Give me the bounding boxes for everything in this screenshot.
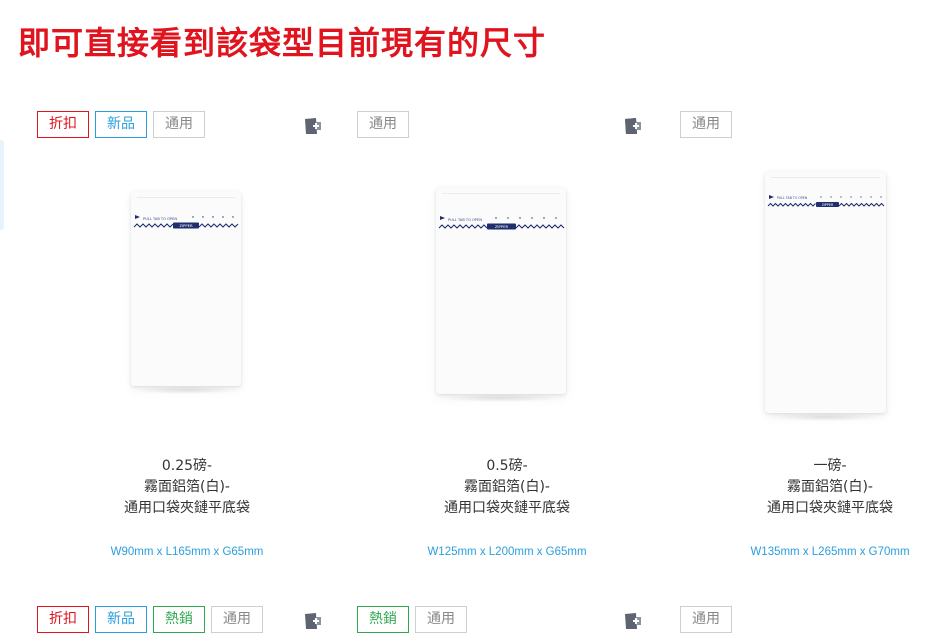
tag-discount: 折扣: [37, 111, 89, 138]
tag-hot: 熱銷: [357, 606, 409, 633]
product-name[interactable]: 0.25磅- 霧面鋁箔(白)- 通用口袋夾鏈平底袋: [37, 456, 337, 519]
page-title: 即可直接看到該袋型目前現有的尺寸: [18, 24, 547, 62]
tag-general: 通用: [357, 111, 409, 138]
tag-hot: 熱銷: [153, 606, 205, 633]
bag-image: PULL TAB TO OPEN ZIPPER: [436, 187, 566, 402]
tag-new: 新品: [95, 606, 147, 633]
compare-add-icon[interactable]: [303, 117, 323, 135]
product-name[interactable]: 一磅- 霧面鋁箔(白)- 通用口袋夾鏈平底袋: [680, 456, 939, 519]
tag-general: 通用: [153, 111, 205, 138]
product-image[interactable]: PULL TAB TO OPEN ZIPPER: [357, 171, 657, 421]
tag-general: 通用: [415, 606, 467, 633]
svg-text:PULL TAB TO OPEN: PULL TAB TO OPEN: [448, 218, 482, 222]
bag-image: PULL TAB TO OPEN ZIPPER: [765, 171, 886, 421]
tag-list: 通用: [680, 606, 732, 634]
tag-list: 折扣 新品 熱銷 通用: [37, 606, 263, 634]
tag-list: 通用: [357, 111, 409, 139]
compare-add-icon[interactable]: [623, 612, 643, 630]
product-size: W125mm x L200mm x G65mm: [427, 546, 587, 558]
compare-add-icon[interactable]: [303, 612, 323, 630]
tag-new: 新品: [95, 111, 147, 138]
tag-list: 折扣 新品 通用: [37, 111, 205, 139]
tag-list: 通用: [680, 111, 732, 139]
bag-image: PULL TAB TO OPEN ZIPPER: [131, 191, 241, 394]
svg-text:ZIPPER: ZIPPER: [179, 223, 193, 228]
product-card[interactable]: 通用 PULL TAB TO OPEN ZIPPER 0.5磅- 霧面鋁箔(白)…: [357, 111, 657, 581]
tag-general: 通用: [680, 111, 732, 138]
product-size: W90mm x L165mm x G65mm: [110, 546, 264, 558]
side-tab-edge[interactable]: [0, 140, 4, 230]
tag-list: 熱銷 通用: [357, 606, 467, 634]
svg-text:PULL TAB TO OPEN: PULL TAB TO OPEN: [143, 217, 177, 221]
tag-general: 通用: [211, 606, 263, 633]
product-card[interactable]: 折扣 新品 通用 PULL TAB TO OPEN ZIPPER 0.25磅- …: [37, 111, 337, 581]
product-name[interactable]: 0.5磅- 霧面鋁箔(白)- 通用口袋夾鏈平底袋: [357, 456, 657, 519]
next-product-row: 折扣 新品 熱銷 通用 熱銷 通用 通用: [0, 606, 939, 636]
svg-text:ZIPPER: ZIPPER: [495, 224, 509, 229]
svg-text:PULL TAB TO OPEN: PULL TAB TO OPEN: [777, 196, 808, 200]
product-size: W135mm x L265mm x G70mm: [750, 546, 910, 558]
product-card[interactable]: 通用 PULL TAB TO OPEN ZIPPER 一磅- 霧面鋁箔(白)- …: [625, 111, 939, 581]
product-image[interactable]: PULL TAB TO OPEN ZIPPER: [680, 171, 939, 421]
tag-discount: 折扣: [37, 606, 89, 633]
tag-general: 通用: [680, 606, 732, 633]
product-image[interactable]: PULL TAB TO OPEN ZIPPER: [37, 171, 337, 421]
svg-text:ZIPPER: ZIPPER: [822, 203, 834, 207]
compare-add-icon[interactable]: [623, 117, 643, 135]
